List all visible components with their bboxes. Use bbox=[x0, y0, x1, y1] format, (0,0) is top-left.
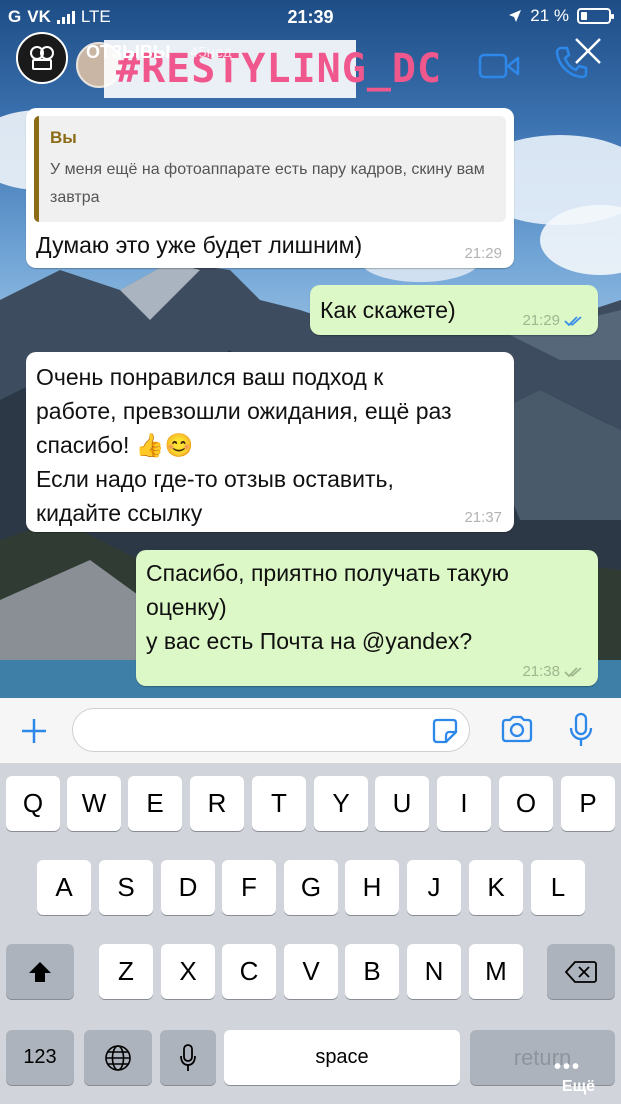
dictation-key[interactable] bbox=[160, 1030, 216, 1085]
key-x[interactable]: X bbox=[161, 944, 215, 999]
space-key[interactable]: space bbox=[224, 1030, 460, 1085]
battery-icon bbox=[577, 8, 614, 24]
battery-percent: 21 % bbox=[530, 6, 569, 25]
story-time-ago: 45нед bbox=[190, 44, 232, 61]
video-call-icon[interactable] bbox=[478, 52, 520, 80]
key-q[interactable]: Q bbox=[6, 776, 60, 831]
key-c[interactable]: C bbox=[222, 944, 276, 999]
status-bar: G VK LTE 21:39 21 % bbox=[0, 0, 621, 34]
more-dots-icon[interactable]: ••• bbox=[554, 1056, 581, 1079]
message-line: кидайте ссылку bbox=[36, 500, 203, 526]
numbers-key[interactable]: 123 bbox=[6, 1030, 74, 1085]
location-arrow-icon bbox=[509, 10, 522, 22]
message-time: 21:29 bbox=[464, 245, 502, 262]
key-b[interactable]: B bbox=[345, 944, 399, 999]
onscreen-keyboard: Q W E R T Y U I O P A S D F G H J K L Z … bbox=[0, 764, 621, 1104]
double-check-read-icon bbox=[564, 315, 582, 326]
close-icon[interactable] bbox=[573, 36, 603, 66]
sticker-icon[interactable] bbox=[432, 718, 458, 744]
key-d[interactable]: D bbox=[161, 860, 215, 915]
message-text: Как скажете) bbox=[320, 297, 456, 323]
key-z[interactable]: Z bbox=[99, 944, 153, 999]
globe-key[interactable] bbox=[84, 1030, 152, 1085]
quoted-message[interactable]: Вы У меня ещё на фотоаппарате есть пару … bbox=[34, 116, 506, 222]
key-l[interactable]: L bbox=[531, 860, 585, 915]
camera-logo-icon bbox=[30, 46, 54, 70]
message-line: Спасибо, приятно получать такую bbox=[146, 560, 509, 586]
globe-icon bbox=[105, 1044, 131, 1071]
quote-accent-bar bbox=[34, 116, 39, 222]
message-text: Думаю это уже будет лишним) bbox=[36, 232, 363, 258]
chat-header: #RESTYLING_DC ОТЗЫВЫ 45нед bbox=[0, 30, 621, 98]
message-line: Очень понравился ваш подход к bbox=[36, 364, 384, 390]
key-t[interactable]: T bbox=[252, 776, 306, 831]
key-w[interactable]: W bbox=[67, 776, 121, 831]
message-time: 21:37 bbox=[464, 509, 502, 526]
story-more-label[interactable]: Ещё bbox=[562, 1078, 595, 1096]
message-input[interactable] bbox=[89, 717, 429, 745]
story-avatar[interactable] bbox=[16, 32, 68, 84]
key-v[interactable]: V bbox=[284, 944, 338, 999]
key-k[interactable]: K bbox=[469, 860, 523, 915]
key-g[interactable]: G bbox=[284, 860, 338, 915]
plus-icon[interactable] bbox=[20, 717, 48, 745]
message-time: 21:38 bbox=[522, 663, 586, 680]
camera-icon[interactable] bbox=[500, 715, 534, 743]
key-r[interactable]: R bbox=[190, 776, 244, 831]
message-line: спасибо! 👍😊 bbox=[36, 432, 194, 458]
message-line: оценку) bbox=[146, 594, 227, 620]
message-text: Очень понравился ваш подход к работе, пр… bbox=[36, 360, 452, 530]
story-account-name: ОТЗЫВЫ bbox=[86, 42, 171, 62]
microphone-icon[interactable] bbox=[568, 712, 594, 748]
key-j[interactable]: J bbox=[407, 860, 461, 915]
shift-key[interactable] bbox=[6, 944, 74, 999]
microphone-icon bbox=[180, 1043, 196, 1071]
key-u[interactable]: U bbox=[375, 776, 429, 831]
key-y[interactable]: Y bbox=[314, 776, 368, 831]
return-key[interactable]: return bbox=[470, 1030, 615, 1085]
quote-author: Вы bbox=[50, 128, 77, 147]
key-h[interactable]: H bbox=[345, 860, 399, 915]
message-bubble-outgoing[interactable]: Спасибо, приятно получать такую оценку) … bbox=[136, 550, 598, 686]
message-composer bbox=[0, 698, 621, 764]
backspace-key[interactable] bbox=[547, 944, 615, 999]
key-m[interactable]: M bbox=[469, 944, 523, 999]
quote-text: У меня ещё на фотоаппарате есть пару кад… bbox=[50, 161, 485, 206]
key-n[interactable]: N bbox=[407, 944, 461, 999]
key-p[interactable]: P bbox=[561, 776, 615, 831]
key-s[interactable]: S bbox=[99, 860, 153, 915]
key-o[interactable]: O bbox=[499, 776, 553, 831]
message-bubble-incoming[interactable]: Вы У меня ещё на фотоаппарате есть пару … bbox=[26, 108, 514, 268]
message-line: у вас есть Почта на @yandex? bbox=[146, 628, 473, 654]
message-line: Если надо где-то отзыв оставить, bbox=[36, 466, 394, 492]
message-input-field[interactable] bbox=[72, 708, 470, 752]
key-a[interactable]: A bbox=[37, 860, 91, 915]
message-line: работе, превзошли ожидания, ещё раз bbox=[36, 398, 452, 424]
message-text: Спасибо, приятно получать такую оценку) … bbox=[146, 556, 509, 658]
key-f[interactable]: F bbox=[222, 860, 276, 915]
shift-arrow-icon bbox=[29, 961, 51, 982]
message-time: 21:29 bbox=[522, 312, 586, 329]
key-e[interactable]: E bbox=[128, 776, 182, 831]
message-bubble-outgoing[interactable]: Как скажете) 21:29 bbox=[310, 285, 598, 335]
message-bubble-incoming[interactable]: Очень понравился ваш подход к работе, пр… bbox=[26, 352, 514, 532]
double-check-icon bbox=[564, 666, 582, 677]
backspace-icon bbox=[565, 960, 597, 983]
key-i[interactable]: I bbox=[437, 776, 491, 831]
